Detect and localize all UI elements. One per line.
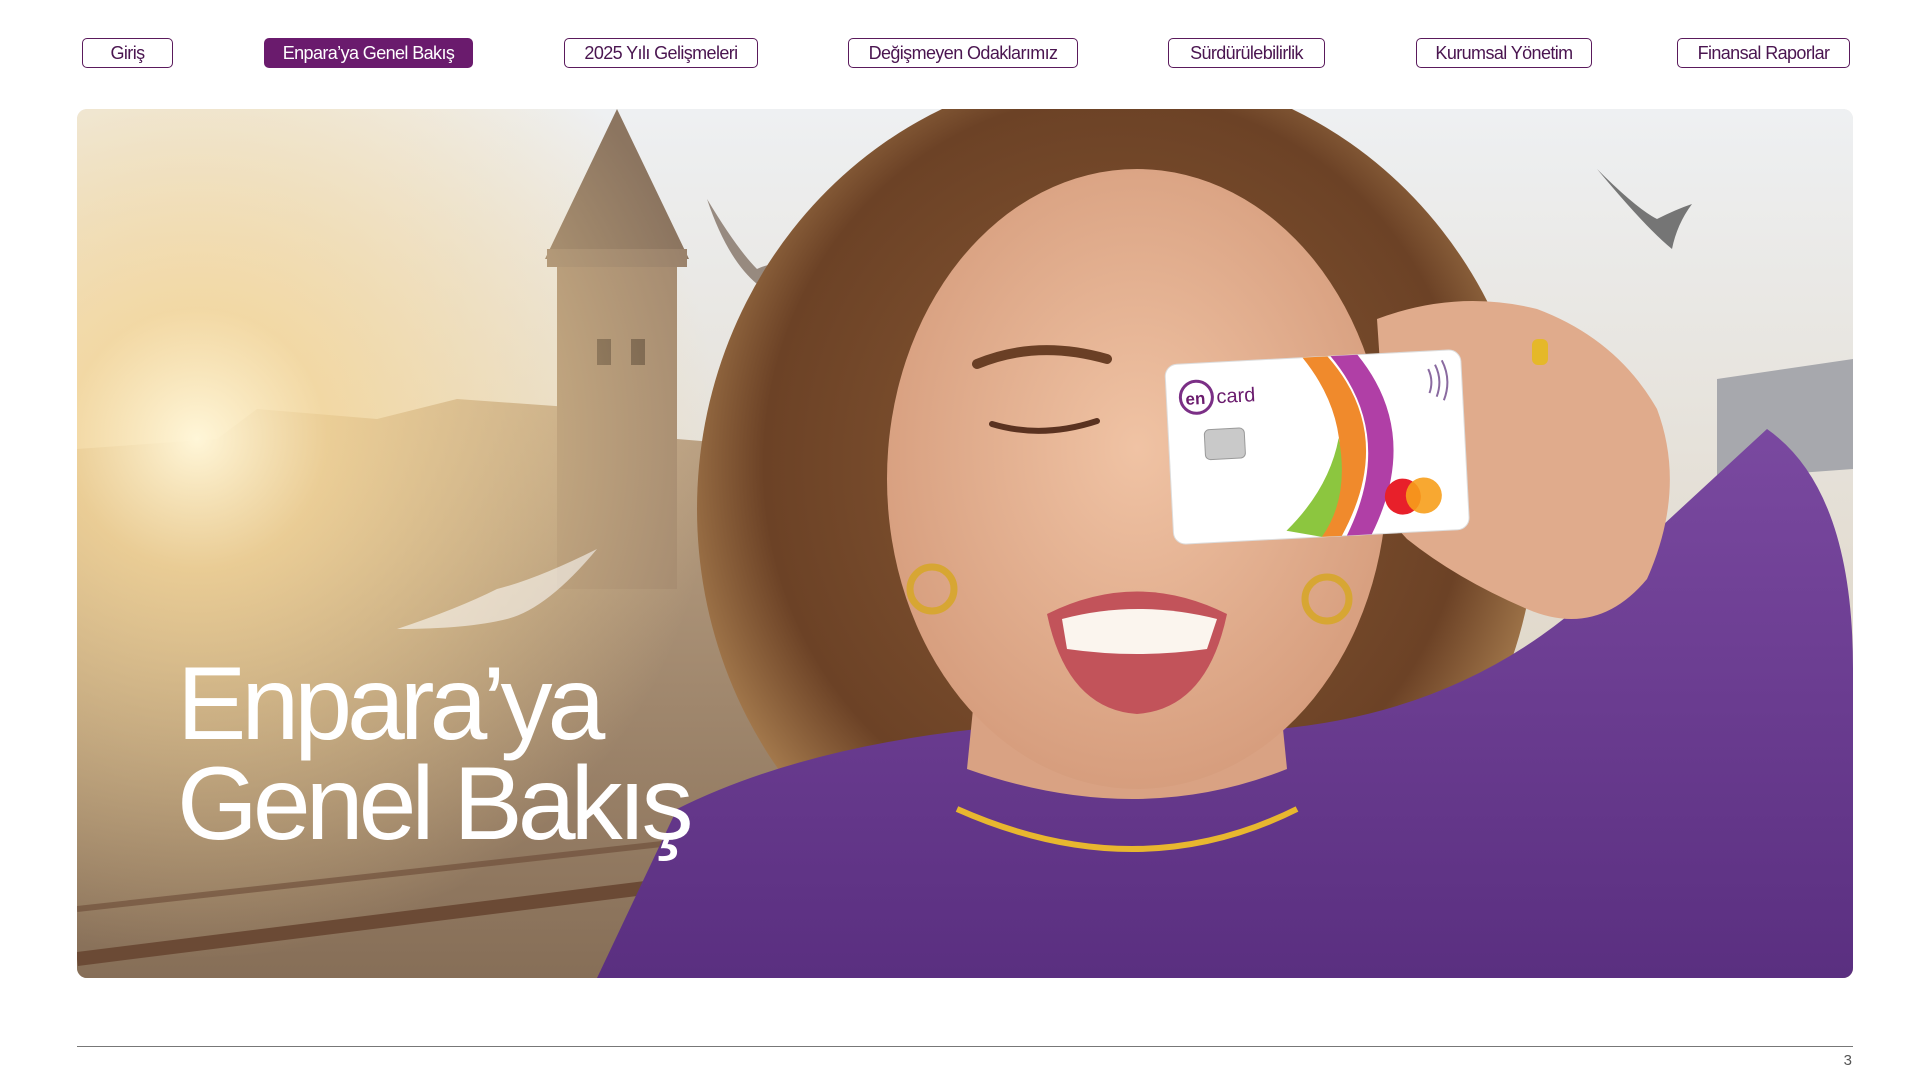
page-number: 3 — [1843, 1052, 1852, 1069]
nav-tab-kurumsal-yonetim[interactable]: Kurumsal Yönetim — [1416, 38, 1592, 68]
hero-title: Enpara’ya Genel Bakış — [177, 646, 694, 862]
nav-tab-degismeyen-odaklar[interactable]: Değişmeyen Odaklarımız — [848, 38, 1078, 68]
ring — [1532, 339, 1548, 365]
nav-tab-giris[interactable]: Giriş — [82, 38, 173, 68]
nav-tab-genel-bakis[interactable]: Enpara’ya Genel Bakış — [264, 38, 473, 68]
nav-tab-2025-gelismeleri[interactable]: 2025 Yılı Gelişmeleri — [564, 38, 758, 68]
nav-tab-finansal-raporlar[interactable]: Finansal Raporlar — [1677, 38, 1850, 68]
hero-banner: en card Enpara’ya Genel Bakış — [77, 109, 1853, 978]
nav-tab-surdurulebilirlik[interactable]: Sürdürülebilirlik — [1168, 38, 1325, 68]
card-chip-icon — [1203, 427, 1246, 461]
encard-credit-card: en card — [1164, 349, 1470, 545]
section-nav: Giriş Enpara’ya Genel Bakış 2025 Yılı Ge… — [0, 38, 1921, 70]
card-brand-card: card — [1216, 384, 1256, 408]
teeth — [1062, 609, 1217, 654]
card-brand-en: en — [1185, 389, 1206, 409]
footer-divider — [77, 1046, 1853, 1047]
